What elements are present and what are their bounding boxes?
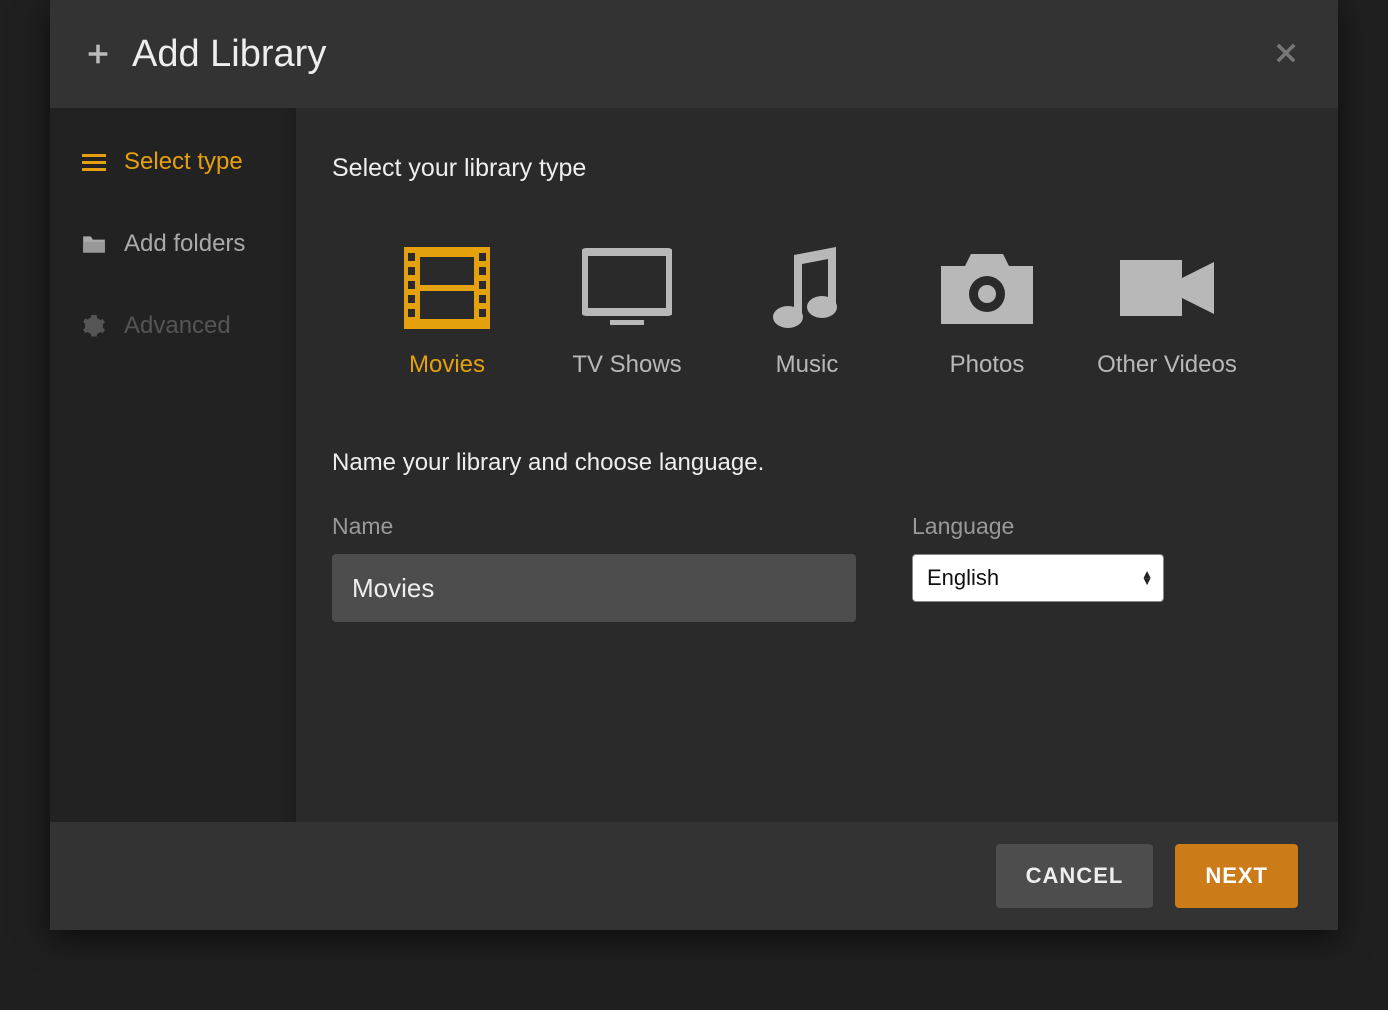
plus-icon xyxy=(84,40,112,68)
close-icon xyxy=(1272,32,1300,76)
camera-icon xyxy=(902,243,1072,333)
language-label: Language xyxy=(912,513,1164,540)
type-option-photos[interactable]: Photos xyxy=(902,243,1072,379)
type-option-other-videos[interactable]: Other Videos xyxy=(1082,243,1252,379)
video-icon xyxy=(1082,243,1252,333)
sidebar: Select type Add folders Advanced xyxy=(50,108,296,822)
close-button[interactable] xyxy=(1262,28,1310,80)
type-label: Other Videos xyxy=(1082,351,1252,379)
next-button[interactable]: NEXT xyxy=(1175,844,1298,908)
main-panel: Select your library type Movies xyxy=(296,108,1338,822)
sidebar-item-label: Advanced xyxy=(124,312,231,340)
form-row: Name Language English ▲▼ xyxy=(332,513,1282,622)
name-label: Name xyxy=(332,513,856,540)
modal-footer: CANCEL NEXT xyxy=(50,822,1338,930)
sidebar-item-label: Add folders xyxy=(124,230,245,258)
sidebar-item-label: Select type xyxy=(124,148,243,176)
type-option-music[interactable]: Music xyxy=(722,243,892,379)
list-icon xyxy=(80,152,108,172)
language-select-value: English xyxy=(927,565,999,591)
sidebar-item-add-folders[interactable]: Add folders xyxy=(50,218,296,270)
name-section-heading: Name your library and choose language. xyxy=(332,449,1282,477)
film-icon xyxy=(362,243,532,333)
sidebar-item-select-type[interactable]: Select type xyxy=(50,136,296,188)
library-type-grid: Movies TV Shows xyxy=(332,223,1282,389)
type-label: Photos xyxy=(902,351,1072,379)
select-arrows-icon: ▲▼ xyxy=(1141,571,1153,585)
library-name-input[interactable] xyxy=(332,554,856,622)
type-option-movies[interactable]: Movies xyxy=(362,243,532,379)
gear-icon xyxy=(80,314,108,338)
folder-icon xyxy=(80,233,108,255)
type-option-tv-shows[interactable]: TV Shows xyxy=(542,243,712,379)
name-field-group: Name xyxy=(332,513,856,622)
sidebar-item-advanced: Advanced xyxy=(50,300,296,352)
modal-title: Add Library xyxy=(132,33,1262,76)
select-type-heading: Select your library type xyxy=(332,154,1282,183)
add-library-modal: Add Library Select type Add folders xyxy=(50,0,1338,930)
language-select[interactable]: English ▲▼ xyxy=(912,554,1164,602)
modal-body: Select type Add folders Advanced Select … xyxy=(50,108,1338,822)
tv-icon xyxy=(542,243,712,333)
modal-header: Add Library xyxy=(50,0,1338,108)
type-label: Movies xyxy=(362,351,532,379)
cancel-button[interactable]: CANCEL xyxy=(996,844,1154,908)
music-icon xyxy=(722,243,892,333)
language-field-group: Language English ▲▼ xyxy=(912,513,1164,622)
type-label: TV Shows xyxy=(542,351,712,379)
type-label: Music xyxy=(722,351,892,379)
